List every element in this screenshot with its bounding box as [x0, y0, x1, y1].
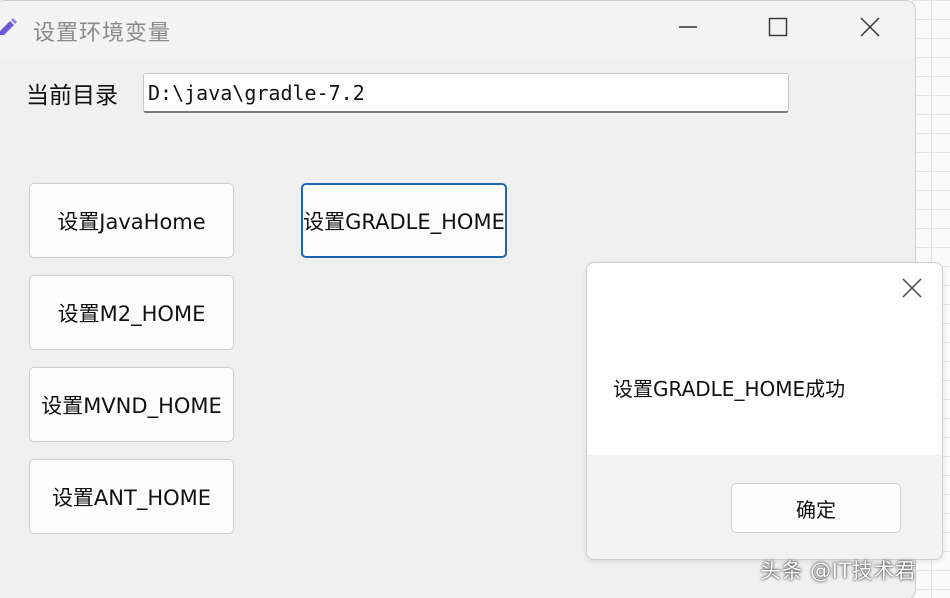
- minimize-button[interactable]: [665, 7, 711, 51]
- watermark: 头条 @IT技术君: [760, 559, 917, 583]
- current-dir-label: 当前目录: [26, 83, 118, 109]
- maximize-icon: [768, 17, 788, 41]
- ok-button[interactable]: 确定: [731, 483, 901, 533]
- set-gradle-home-button[interactable]: 设置GRADLE_HOME: [301, 183, 507, 258]
- set-ant-home-button[interactable]: 设置ANT_HOME: [29, 459, 234, 534]
- dialog-close-button[interactable]: [895, 273, 929, 307]
- minimize-icon: [678, 17, 698, 41]
- set-java-home-button[interactable]: 设置JavaHome: [29, 183, 234, 258]
- title-bar[interactable]: 设置环境变量: [0, 1, 915, 59]
- close-icon: [902, 278, 922, 302]
- set-m2-home-button[interactable]: 设置M2_HOME: [29, 275, 234, 350]
- close-button[interactable]: [847, 7, 893, 51]
- screen: 设置环境变量 当前目录 D:\java\gradle-7.2 设置JavaHom…: [0, 0, 950, 598]
- set-mvnd-home-button[interactable]: 设置MVND_HOME: [29, 367, 234, 442]
- success-dialog: 设置GRADLE_HOME成功 确定: [586, 262, 943, 560]
- dialog-message: 设置GRADLE_HOME成功: [613, 377, 846, 401]
- window-title: 设置环境变量: [33, 21, 172, 46]
- close-icon: [860, 17, 880, 41]
- pencil-icon: [0, 15, 19, 37]
- current-dir-input[interactable]: [143, 73, 789, 113]
- maximize-button[interactable]: [755, 7, 801, 51]
